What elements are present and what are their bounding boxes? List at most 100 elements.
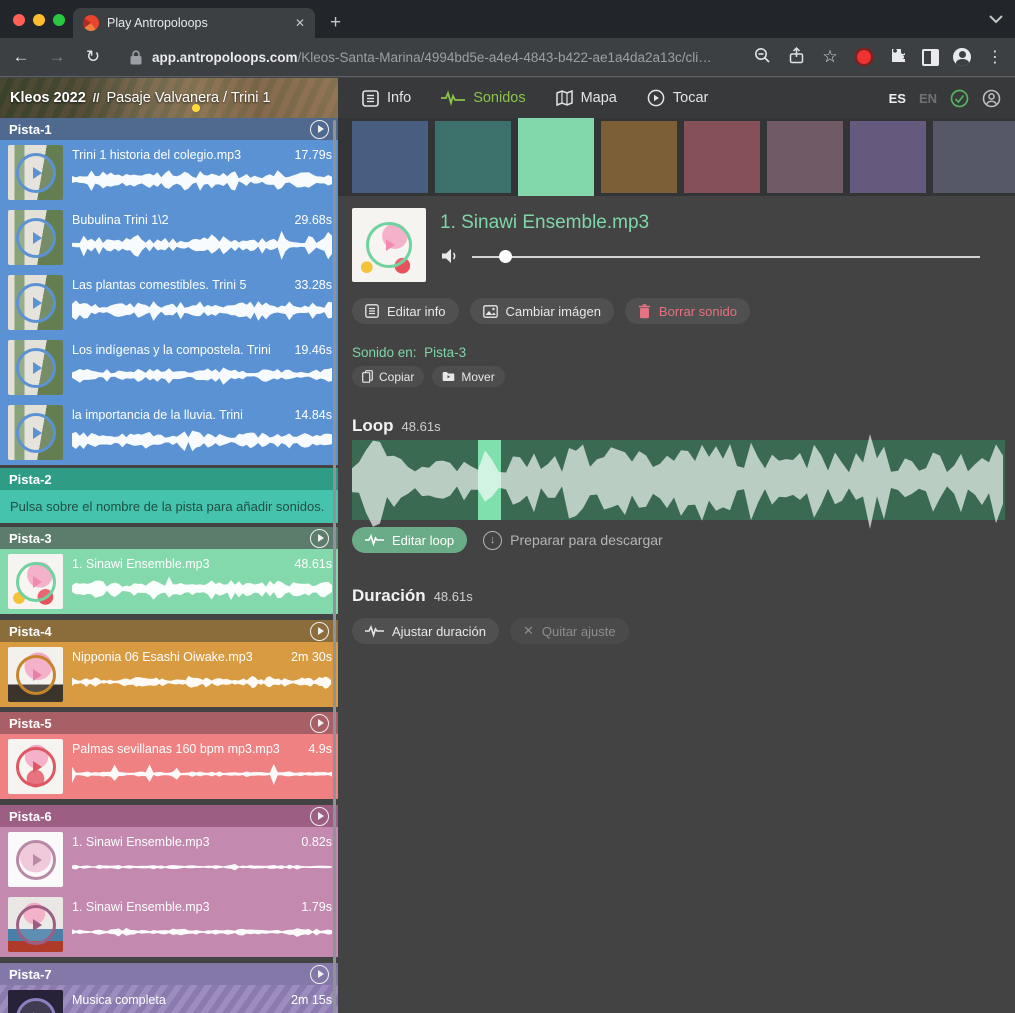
sound-thumbnail[interactable] — [8, 145, 63, 200]
borrar-sonido-button[interactable]: Borrar sonido — [625, 298, 750, 324]
cambiar-imagen-button[interactable]: Cambiar imágen — [470, 298, 614, 324]
breadcrumb-path[interactable]: Pasaje Valvanera / Trini 1 — [106, 90, 270, 106]
track-header[interactable]: Pista-7 — [0, 963, 338, 985]
tab-info[interactable]: Info — [362, 90, 411, 107]
track-play-icon[interactable] — [310, 529, 329, 548]
close-window-button[interactable] — [13, 14, 25, 26]
track-swatch-8[interactable] — [933, 121, 1015, 193]
record-indicator-icon[interactable] — [857, 50, 871, 64]
track-play-icon[interactable] — [310, 714, 329, 733]
sound-thumbnail[interactable] — [8, 210, 63, 265]
play-overlay-icon[interactable] — [16, 747, 56, 787]
sound-item[interactable]: 1. Sinawi Ensemble.mp31.79s — [0, 892, 338, 957]
sound-item-selected[interactable]: 1. Sinawi Ensemble.mp348.61s — [0, 549, 338, 614]
browser-menu-icon[interactable]: ⋮ — [985, 47, 1005, 67]
tab-sonidos[interactable]: Sonidos — [441, 90, 525, 106]
zoom-window-button[interactable] — [53, 14, 65, 26]
lang-en-button[interactable]: EN — [919, 91, 937, 106]
sound-thumbnail[interactable] — [8, 405, 63, 460]
sound-thumbnail[interactable] — [8, 832, 63, 887]
play-overlay-icon[interactable] — [16, 655, 56, 695]
breadcrumb-project[interactable]: Kleos 2022 — [10, 90, 86, 106]
sound-thumbnail[interactable] — [8, 739, 63, 794]
account-icon[interactable] — [982, 89, 1001, 108]
track-swatch-3-active[interactable] — [518, 118, 594, 196]
bookmark-star-icon[interactable]: ☆ — [820, 47, 840, 67]
quitar-ajuste-button[interactable]: ✕ Quitar ajuste — [510, 618, 629, 644]
sound-thumbnail[interactable] — [8, 647, 63, 702]
back-button[interactable]: ← — [10, 47, 32, 67]
track-swatch-1[interactable] — [352, 121, 428, 193]
play-overlay-icon[interactable] — [16, 153, 56, 193]
browser-tab[interactable]: Play Antropoloops ✕ — [73, 8, 315, 38]
detail-thumbnail[interactable] — [352, 208, 426, 282]
lang-es-button[interactable]: ES — [889, 91, 906, 106]
sound-thumbnail[interactable] — [8, 554, 63, 609]
play-overlay-icon[interactable] — [16, 283, 56, 323]
preparar-descargar-button[interactable]: ↓ Preparar para descargar — [483, 531, 663, 550]
track-swatch-4[interactable] — [601, 121, 677, 193]
sound-item[interactable]: Bubulina Trini 1\229.68s — [0, 205, 338, 270]
sound-item[interactable]: 1. Sinawi Ensemble.mp30.82s — [0, 827, 338, 892]
play-overlay-icon[interactable] — [366, 222, 412, 268]
sound-thumbnail[interactable] — [8, 897, 63, 952]
play-overlay-icon[interactable] — [16, 218, 56, 258]
track-play-icon[interactable] — [310, 965, 329, 984]
new-tab-button[interactable]: + — [330, 12, 341, 34]
sound-item[interactable]: Musica completa2m 15s — [0, 985, 338, 1013]
volume-slider-thumb[interactable] — [499, 250, 512, 263]
play-overlay-icon[interactable] — [16, 562, 56, 602]
play-overlay-icon[interactable] — [16, 905, 56, 945]
sidebar-scrollbar[interactable] — [333, 120, 336, 1013]
zoom-out-icon[interactable] — [752, 47, 772, 68]
volume-slider-track[interactable] — [472, 256, 980, 258]
ajustar-duracion-button[interactable]: Ajustar duración — [352, 618, 499, 644]
tab-mapa[interactable]: Mapa — [556, 90, 617, 106]
track-swatch-7[interactable] — [850, 121, 926, 193]
tab-tocar[interactable]: Tocar — [647, 89, 708, 107]
copiar-button[interactable]: Copiar — [352, 366, 424, 387]
track-play-icon[interactable] — [310, 622, 329, 641]
sound-thumbnail[interactable] — [8, 990, 63, 1013]
loop-waveform[interactable] — [352, 440, 1005, 520]
sound-item[interactable]: Trini 1 historia del colegio.mp317.79s — [0, 140, 338, 205]
sound-thumbnail[interactable] — [8, 275, 63, 330]
url-bar[interactable]: app.antropoloops.com/Kleos-Santa-Marina/… — [118, 50, 738, 65]
reload-button[interactable]: ↻ — [82, 47, 104, 67]
sound-item[interactable]: la importancia de la lluvia. Trini14.84s — [0, 400, 338, 465]
track-play-icon[interactable] — [310, 120, 329, 139]
track-swatch-6[interactable] — [767, 121, 843, 193]
track-swatch-2[interactable] — [435, 121, 511, 193]
play-overlay-icon[interactable] — [16, 348, 56, 388]
forward-button[interactable]: → — [46, 47, 68, 67]
play-overlay-icon[interactable] — [16, 840, 56, 880]
track-header[interactable]: Pista-5 — [0, 712, 338, 734]
sound-item[interactable]: Nipponia 06 Esashi Oiwake.mp32m 30s — [0, 642, 338, 707]
track-play-icon[interactable] — [310, 807, 329, 826]
play-overlay-icon[interactable] — [16, 413, 56, 453]
tab-close-icon[interactable]: ✕ — [295, 16, 305, 30]
side-panel-icon[interactable] — [922, 49, 939, 66]
track-header[interactable]: Pista-4 — [0, 620, 338, 642]
track-header[interactable]: Pista-3 — [0, 527, 338, 549]
share-icon[interactable] — [786, 47, 806, 68]
editar-info-button[interactable]: Editar info — [352, 298, 459, 324]
editar-loop-button[interactable]: Editar loop — [352, 527, 467, 553]
minimize-window-button[interactable] — [33, 14, 45, 26]
track-swatch-5[interactable] — [684, 121, 760, 193]
sound-item[interactable]: Las plantas comestibles. Trini 533.28s — [0, 270, 338, 335]
breadcrumb[interactable]: Kleos 2022 // Pasaje Valvanera / Trini 1 — [0, 78, 338, 118]
track-header[interactable]: Pista-6 — [0, 805, 338, 827]
traffic-lights[interactable] — [13, 13, 73, 31]
sonido-en-track-link[interactable]: Pista-3 — [424, 345, 466, 360]
sound-item[interactable]: Palmas sevillanas 160 bpm mp3.mp34.9s — [0, 734, 338, 799]
track-header[interactable]: Pista-1 — [0, 118, 338, 140]
play-overlay-icon[interactable] — [16, 998, 56, 1013]
tab-search-chevron-icon[interactable] — [989, 10, 1003, 26]
mover-button[interactable]: Mover — [432, 366, 504, 387]
profile-avatar[interactable] — [953, 48, 971, 66]
sound-item[interactable]: Los indígenas y la compostela. Trini19.4… — [0, 335, 338, 400]
track-header[interactable]: Pista-2 — [0, 468, 338, 490]
extensions-puzzle-icon[interactable] — [888, 47, 908, 68]
sound-thumbnail[interactable] — [8, 340, 63, 395]
